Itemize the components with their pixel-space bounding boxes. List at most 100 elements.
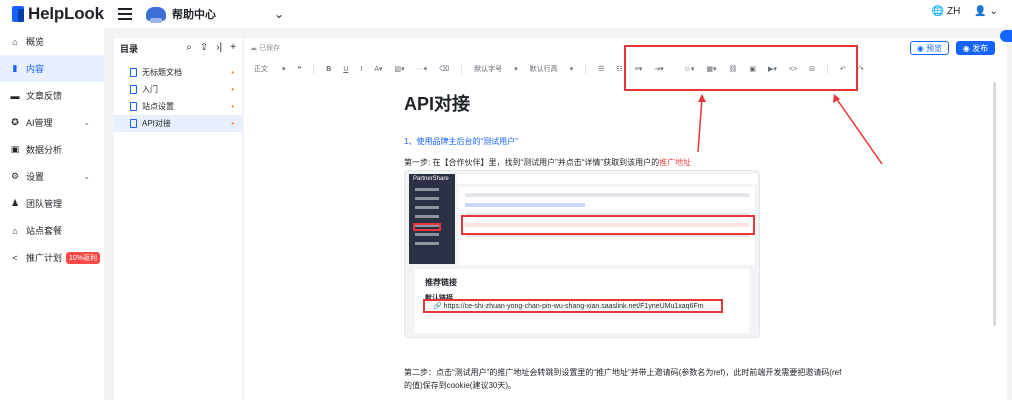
sidebar-item-feedback[interactable]: ▬ 文章反馈	[0, 82, 104, 109]
line-height-select[interactable]: 默认行高 ▾	[530, 64, 574, 74]
doc-icon	[130, 85, 137, 94]
language-switcher[interactable]: 🌐 ZH	[932, 6, 961, 17]
chevron-down-icon[interactable]: ⌄	[83, 118, 90, 127]
doc-tree-panel: 目录 ⌕ ⇪ ›| + 无标题文档 • 入门 • 站点设置 • API对接 •	[114, 38, 242, 400]
menu-toggle-icon[interactable]	[118, 8, 132, 20]
step1-text: 第一步: 在【合作伙伴】里，找到“测试用户”并点击“详情”获取到该用户的	[404, 158, 660, 167]
feedback-icon: ▬	[10, 90, 20, 101]
sidebar-item-analytics[interactable]: ▣ 数据分析	[0, 136, 104, 163]
doc-item-api[interactable]: API对接 •	[114, 115, 242, 132]
publish-button[interactable]: ◉ 发布	[956, 41, 995, 55]
sidebar-item-label: 站点套餐	[26, 226, 63, 236]
quote-icon[interactable]: ❝	[297, 65, 301, 73]
document-body[interactable]: API对接 1、使用品牌主后台的“测试用户” 第一步: 在【合作伙伴】里，找到“…	[404, 90, 844, 176]
doc-icon	[130, 68, 137, 77]
doc-item-site-settings[interactable]: 站点设置 •	[114, 98, 242, 115]
editor-scrollbar[interactable]	[993, 82, 996, 326]
referral-link-card: 推荐链接 默认链接 🔗 https://ce-shi-zhuan-yong-ch…	[415, 269, 749, 333]
doc-icon	[130, 119, 137, 128]
ordered-list-icon[interactable]: ☷	[616, 65, 622, 73]
team-icon: ♟	[10, 198, 20, 208]
chart-icon: ▣	[10, 144, 20, 154]
upload-icon[interactable]: ⇪	[200, 42, 208, 53]
unsaved-dot: •	[231, 119, 234, 128]
underline-icon[interactable]: U	[343, 66, 348, 73]
sidebar-item-settings[interactable]: ⚙ 设置 ⌄	[0, 163, 104, 190]
doc-item-getting-started[interactable]: 入门 •	[114, 81, 242, 98]
more-icon[interactable]: ···▾	[417, 65, 428, 73]
referral-card-title: 推荐链接	[425, 278, 457, 287]
sidebar-item-label: 团队管理	[26, 199, 63, 209]
clear-format-icon[interactable]: ⌫	[439, 65, 449, 73]
toolbar-annotation-box	[624, 45, 858, 91]
site-name: 帮助中心	[172, 9, 216, 21]
add-icon[interactable]: +	[230, 42, 236, 53]
site-cloud-icon	[146, 7, 166, 23]
screenshot-highlight-row	[461, 215, 755, 235]
font-color-icon[interactable]: A▾	[374, 65, 382, 73]
highlight-icon[interactable]: ▨▾	[395, 65, 405, 73]
step1-paragraph[interactable]: 第一步: 在【合作伙伴】里，找到“测试用户”并点击“详情”获取到该用户的推广地址	[404, 157, 844, 168]
embedded-screenshot[interactable]: PartnerShare 推荐链接 默认链接 🔗 https://ce-shi-…	[404, 170, 760, 338]
font-size-select[interactable]: 默认字号 ▾	[474, 64, 518, 74]
preview-button[interactable]: ◉ 预览	[910, 41, 949, 55]
step1-link[interactable]: 推广地址	[659, 158, 691, 167]
save-status: 已保存	[258, 45, 280, 52]
doc-item-label: 无标题文档	[142, 68, 182, 77]
logo-icon	[12, 6, 24, 22]
doc-item-untitled[interactable]: 无标题文档 •	[114, 64, 242, 81]
screenshot-highlight-menu	[413, 223, 441, 231]
sidebar-item-label: 数据分析	[26, 145, 63, 155]
preview-label: 预览	[926, 43, 943, 53]
sidebar-item-label: 概览	[26, 37, 45, 47]
section-heading[interactable]: 1、使用品牌主后台的“测试用户”	[404, 136, 844, 147]
doc-icon	[130, 102, 137, 111]
sidebar-item-referral[interactable]: < 推广计划 10%返利	[0, 244, 104, 271]
line-height-label: 默认行高	[529, 66, 558, 73]
sidebar-item-overview[interactable]: ⌂ 概览	[0, 28, 104, 55]
doc-item-label: 站点设置	[142, 102, 174, 111]
site-switcher[interactable]: 帮助中心 ⌄	[146, 6, 284, 23]
sidebar-item-label: 推广计划	[26, 253, 63, 263]
referral-badge: 10%返利	[66, 251, 101, 264]
collapse-icon[interactable]: ›|	[216, 42, 222, 53]
sidebar-item-ai[interactable]: ✪ AI管理 ⌄	[0, 109, 104, 136]
user-menu[interactable]: 👤 ⌄	[974, 6, 998, 17]
redo-icon[interactable]: ↷	[858, 65, 864, 73]
helplook-logo[interactable]: HelpLook	[12, 4, 112, 24]
publish-icon: ◉	[962, 43, 973, 53]
sidebar: ⌂ 概览 ▮ 内容 ▬ 文章反馈 ✪ AI管理 ⌄ ▣ 数据分析 ⚙ 设置 ⌄ ♟ 团队管理 ⌂ 站…	[0, 28, 104, 400]
sidebar-item-label: 内容	[26, 64, 45, 74]
home-icon: ⌂	[12, 36, 18, 47]
sidebar-item-package[interactable]: ⌂ 站点套餐	[0, 217, 104, 244]
toc-title: 目录	[120, 43, 139, 54]
chevron-down-icon[interactable]: ⌄	[274, 7, 284, 21]
italic-icon[interactable]: I	[360, 66, 362, 73]
font-size-label: 默认字号	[474, 66, 503, 73]
search-icon[interactable]: ⌕	[186, 42, 192, 53]
link-icon: 🔗	[433, 303, 444, 310]
unsaved-dot: •	[231, 85, 234, 94]
doc-item-label: 入门	[142, 85, 158, 94]
step2-paragraph[interactable]: 第二步：点击“测试用户”的推广地址会转跳到设置里的“推广地址”并带上邀请码(参数…	[404, 366, 844, 392]
sidebar-item-label: 文章反馈	[26, 91, 63, 101]
text-style-select[interactable]: 正文 ▾	[254, 64, 285, 74]
screenshot-sidebar: PartnerShare	[409, 174, 455, 264]
book-icon: ▮	[12, 63, 18, 73]
screenshot-brand: PartnerShare	[413, 176, 449, 182]
bold-icon[interactable]: B	[326, 66, 331, 73]
floating-helper-icon[interactable]	[1000, 30, 1012, 42]
package-icon: ⌂	[12, 225, 18, 236]
sidebar-item-label: AI管理	[26, 118, 53, 128]
sidebar-item-team[interactable]: ♟ 团队管理	[0, 190, 104, 217]
referral-link-text: https://ce-shi-zhuan-yong-chan-pin-wu-sh…	[443, 302, 704, 310]
language-label: ZH	[947, 6, 961, 17]
bullet-list-icon[interactable]: ☰	[598, 65, 604, 73]
sidebar-item-label: 设置	[26, 172, 45, 182]
sidebar-item-content[interactable]: ▮ 内容	[0, 55, 104, 82]
chevron-down-icon[interactable]: ⌄	[83, 172, 90, 181]
gear-icon: ⚙	[10, 171, 20, 181]
cloud-check-icon: ☁	[250, 45, 259, 52]
page-title[interactable]: API对接	[404, 90, 844, 116]
publish-label: 发布	[972, 43, 989, 53]
